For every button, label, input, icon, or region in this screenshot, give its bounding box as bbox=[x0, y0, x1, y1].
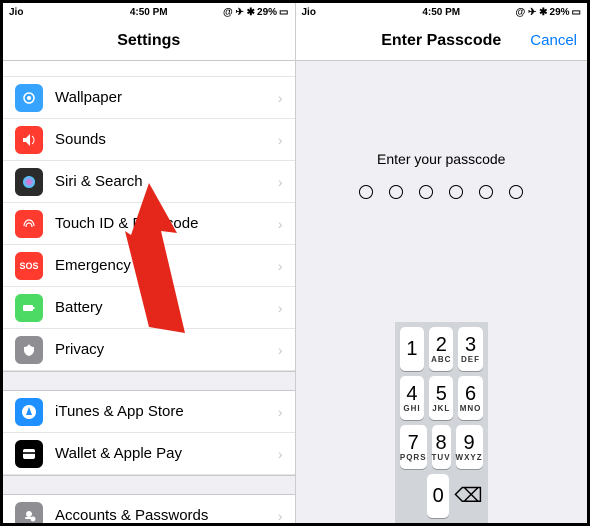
battery-icon bbox=[15, 294, 43, 322]
keypad-9[interactable]: 9WXYZ bbox=[456, 425, 483, 469]
wallpaper-icon bbox=[15, 84, 43, 112]
settings-row-wallpaper[interactable]: Wallpaper › bbox=[3, 77, 295, 119]
cancel-button[interactable]: Cancel bbox=[530, 32, 577, 49]
row-label: Privacy bbox=[55, 341, 104, 358]
keypad-7[interactable]: 7PQRS bbox=[400, 425, 427, 469]
keypad-1[interactable]: 1 bbox=[400, 327, 424, 371]
chevron-right-icon: › bbox=[278, 216, 283, 232]
status-bar: Jio 4:50 PM @ ✈ ✱ 29% ▭ bbox=[3, 3, 295, 21]
passcode-dot bbox=[419, 185, 433, 199]
sounds-icon bbox=[15, 126, 43, 154]
row-label: Wallpaper bbox=[55, 89, 122, 106]
row-label: Emergency SOS bbox=[55, 257, 167, 274]
chevron-right-icon: › bbox=[278, 258, 283, 274]
page-title: Settings bbox=[117, 32, 180, 50]
appstore-icon bbox=[15, 398, 43, 426]
settings-row-wallet[interactable]: Wallet & Apple Pay › bbox=[3, 433, 295, 475]
settings-list[interactable]: Wallpaper›Sounds›Siri & Search›Touch ID … bbox=[3, 61, 295, 523]
chevron-right-icon: › bbox=[278, 508, 283, 524]
passcode-dot bbox=[359, 185, 373, 199]
siri-icon bbox=[15, 168, 43, 196]
nav-bar: Settings bbox=[3, 21, 295, 61]
settings-row-accounts[interactable]: Accounts & Passwords › bbox=[3, 495, 295, 523]
chevron-right-icon: › bbox=[278, 300, 283, 316]
chevron-right-icon: › bbox=[278, 90, 283, 106]
page-title: Enter Passcode bbox=[381, 32, 501, 50]
row-label: Accounts & Passwords bbox=[55, 507, 208, 523]
keypad-2[interactable]: 2ABC bbox=[429, 327, 453, 371]
settings-row-touchid[interactable]: Touch ID & Passcode › bbox=[3, 203, 295, 245]
chevron-right-icon: › bbox=[278, 404, 283, 420]
passcode-dot bbox=[479, 185, 493, 199]
passcode-dots bbox=[359, 185, 523, 199]
chevron-right-icon: › bbox=[278, 446, 283, 462]
settings-row-privacy[interactable]: Privacy › bbox=[3, 329, 295, 371]
passcode-dot bbox=[449, 185, 463, 199]
row-label: Battery bbox=[55, 299, 103, 316]
settings-row-battery[interactable]: Battery › bbox=[3, 287, 295, 329]
row-label: iTunes & App Store bbox=[55, 403, 184, 420]
row-label: Sounds bbox=[55, 131, 106, 148]
sos-icon: SOS bbox=[15, 252, 43, 280]
time-label: 4:50 PM bbox=[3, 7, 295, 18]
passcode-dot bbox=[509, 185, 523, 199]
status-bar: Jio 4:50 PM @ ✈ ✱ 29% ▭ bbox=[296, 3, 588, 21]
delete-icon: ⌫ bbox=[454, 486, 482, 506]
privacy-icon bbox=[15, 336, 43, 364]
row-label: Siri & Search bbox=[55, 173, 143, 190]
row-label: Touch ID & Passcode bbox=[55, 215, 198, 232]
keypad-0[interactable]: 0 bbox=[427, 474, 449, 518]
keypad-3[interactable]: 3DEF bbox=[458, 327, 482, 371]
passcode-prompt: Enter your passcode bbox=[377, 151, 505, 167]
wallet-icon bbox=[15, 440, 43, 468]
nav-bar: Enter Passcode Cancel bbox=[296, 21, 588, 61]
group-separator bbox=[3, 475, 295, 495]
keypad-spacer bbox=[400, 474, 422, 518]
number-keypad: 12ABC3DEF 4GHI5JKL6MNO 7PQRS 8TUV 9WXYZ 0⌫ bbox=[395, 322, 488, 523]
chevron-right-icon: › bbox=[278, 174, 283, 190]
keypad-5[interactable]: 5JKL bbox=[429, 376, 453, 420]
keypad-8[interactable]: 8TUV bbox=[432, 425, 451, 469]
group-separator bbox=[3, 371, 295, 391]
passcode-dot bbox=[389, 185, 403, 199]
settings-row-appstore[interactable]: iTunes & App Store › bbox=[3, 391, 295, 433]
settings-row-siri[interactable]: Siri & Search › bbox=[3, 161, 295, 203]
keypad-4[interactable]: 4GHI bbox=[400, 376, 424, 420]
chevron-right-icon: › bbox=[278, 132, 283, 148]
touchid-icon bbox=[15, 210, 43, 238]
settings-screen: Jio 4:50 PM @ ✈ ✱ 29% ▭ Settings Wallpap… bbox=[3, 3, 296, 523]
accounts-icon bbox=[15, 502, 43, 524]
settings-row-sounds[interactable]: Sounds › bbox=[3, 119, 295, 161]
chevron-right-icon: › bbox=[278, 342, 283, 358]
settings-row-sos[interactable]: SOS Emergency SOS › bbox=[3, 245, 295, 287]
keypad-6[interactable]: 6MNO bbox=[458, 376, 482, 420]
keypad-delete[interactable]: ⌫ bbox=[454, 474, 482, 518]
row-cut[interactable] bbox=[3, 61, 295, 77]
row-label: Wallet & Apple Pay bbox=[55, 445, 182, 462]
passcode-screen: Jio 4:50 PM @ ✈ ✱ 29% ▭ Enter Passcode C… bbox=[296, 3, 588, 523]
time-label: 4:50 PM bbox=[296, 7, 588, 18]
